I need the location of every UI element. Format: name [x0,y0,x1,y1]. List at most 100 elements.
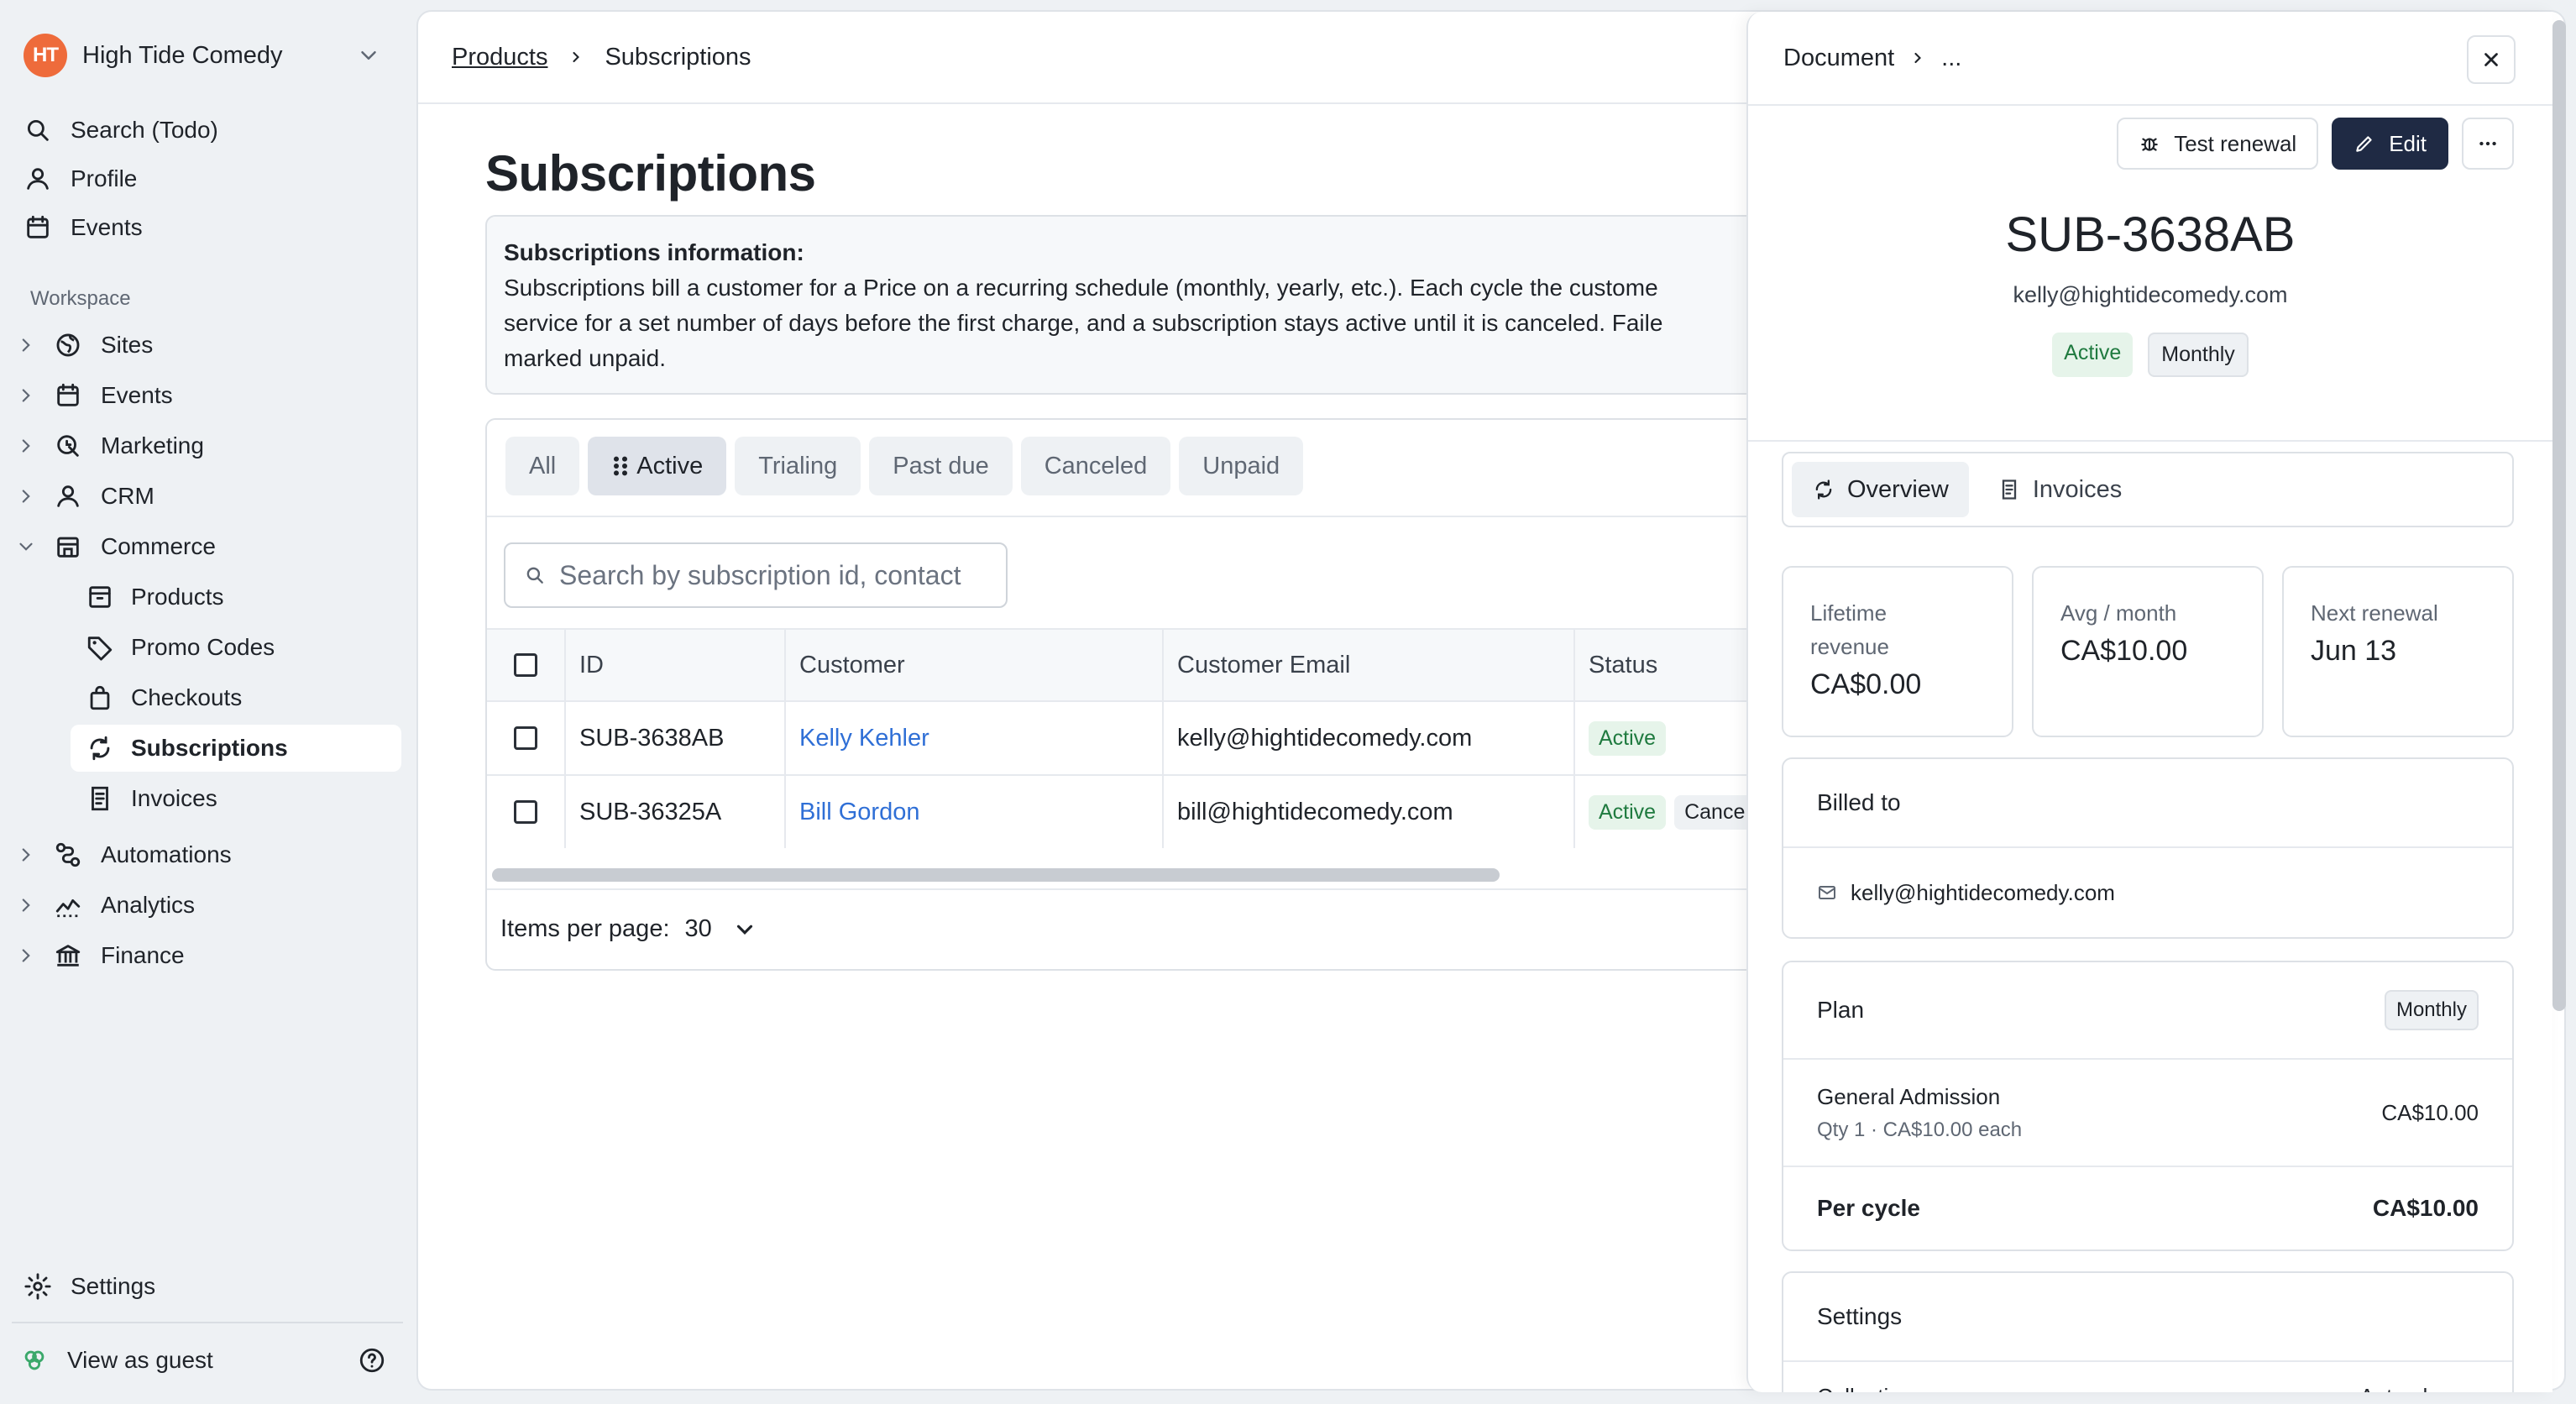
drawer-scrollbar[interactable] [2552,20,2566,1011]
nav-events-workspace[interactable]: Events [15,372,393,419]
close-button[interactable] [2467,35,2516,84]
nav-search[interactable]: Search (Todo) [24,107,393,154]
tab-overview[interactable]: Overview [1792,462,1969,517]
chevron-down-icon [19,542,33,551]
tab-active[interactable]: Active [588,437,727,495]
nav-products[interactable]: Products [71,574,401,621]
breadcrumb-products[interactable]: Products [452,44,547,71]
archive-icon [89,586,111,608]
edit-button[interactable]: Edit [2332,118,2448,170]
items-per-page-value[interactable]: 30 [685,915,712,943]
chevron-right-icon [22,490,30,503]
nav-profile-label: Profile [71,165,138,191]
breadcrumb: Products Subscriptions [452,12,751,102]
workflow-icon [55,842,81,867]
plan-item-name: General Admission [1817,1083,2001,1109]
table-row[interactable]: SUB-3638AB Kelly Kehler kelly@hightideco… [487,700,1911,774]
cell-customer-link[interactable]: Bill Gordon [784,776,1162,848]
page-title: Subscriptions [485,145,816,202]
subscription-email: kelly@hightidecomedy.com [2013,282,2288,307]
nav-subscriptions[interactable]: Subscriptions [71,725,401,772]
nav-invoices[interactable]: Invoices [71,775,401,822]
drawer-tabs: Overview Invoices [1782,452,2514,527]
nav-settings-label: Settings [71,1273,156,1299]
nav-settings[interactable]: Settings [24,1263,393,1310]
bank-icon [55,945,81,967]
chevron-right-icon [22,949,30,962]
chart-line-icon [55,898,81,918]
nav-finance[interactable]: Finance [15,932,393,979]
select-all-checkbox[interactable] [514,653,537,677]
nav-checkouts-label: Checkouts [131,684,243,710]
tab-past-due[interactable]: Past due [869,437,1013,495]
nav-promo-codes[interactable]: Promo Codes [71,624,401,671]
nav-commerce[interactable]: Commerce [15,523,393,570]
stat-label: Avg / month [2060,600,2177,626]
chevron-down-icon[interactable] [732,917,757,942]
nav-sites[interactable]: Sites [15,322,393,369]
nav-automations[interactable]: Automations [15,831,393,878]
tab-all[interactable]: All [505,437,580,495]
tab-unpaid[interactable]: Unpaid [1179,437,1304,495]
info-box: Subscriptions information: Subscriptions… [485,215,1913,395]
billed-to-card: Billed to kelly@hightidecomedy.com [1782,757,2514,939]
subscription-id: SUB-3638AB [2005,207,2296,262]
row-checkbox[interactable] [514,726,537,750]
org-name: High Tide Comedy [82,41,283,69]
search-input[interactable] [559,559,996,591]
tag-icon [87,637,113,661]
settings-card: Settings Collection Auto-charge [1782,1271,2514,1392]
more-horizontal-icon [2479,141,2496,146]
test-renewal-label: Test renewal [2174,130,2297,156]
org-switcher[interactable]: HT High Tide Comedy [24,32,393,79]
nav-events[interactable]: Events [24,204,393,251]
column-header-id[interactable]: ID [564,630,784,700]
per-cycle-label: Per cycle [1817,1195,1920,1221]
nav-commerce-label: Commerce [101,533,216,559]
tabs-divider [487,516,1911,517]
tab-trialing[interactable]: Trialing [735,437,861,495]
column-header-customer[interactable]: Customer [784,630,1162,700]
settings-header: Settings [1783,1273,2512,1360]
table-row[interactable]: SUB-36325A Bill Gordon bill@hightidecome… [487,774,1911,848]
search-box [504,542,1008,608]
column-header-email[interactable]: Customer Email [1162,630,1573,700]
tab-invoices[interactable]: Invoices [1977,462,2142,517]
test-renewal-button[interactable]: Test renewal [2117,118,2319,170]
nav-crm[interactable]: CRM [15,473,393,520]
info-text-line: Subscriptions bill a customer for a Pric… [504,275,1658,301]
drawer-crumb-more[interactable]: ... [1941,45,1961,72]
items-per-page-label: Items per page: [500,915,670,942]
tab-invoices-label: Invoices [2032,475,2123,503]
nav-analytics[interactable]: Analytics [15,882,393,929]
billed-to-email: kelly@hightidecomedy.com [1851,879,2115,905]
table-footer-divider [487,888,1911,890]
brain-icon [24,1350,45,1370]
drawer-crumb[interactable]: Document [1783,45,1894,72]
more-button[interactable] [2462,118,2514,170]
tab-canceled[interactable]: Canceled [1020,437,1171,495]
nav-products-label: Products [131,584,224,610]
shopping-bag-icon [90,685,110,710]
status-badge: Active [2052,333,2134,377]
horizontal-scrollbar[interactable] [492,868,1500,882]
nav-invoices-label: Invoices [131,785,217,811]
tab-label: Past due [893,452,989,479]
edit-label: Edit [2389,130,2427,156]
drawer-actions: Test renewal Edit [2117,118,2514,170]
nav-profile[interactable]: Profile [24,155,393,202]
nav-events-label: Events [71,214,143,240]
stat-next-renewal: Next renewal Jun 13 [2282,566,2514,737]
refresh-icon [1815,479,1832,500]
header-select-cell [487,630,564,700]
search-icon [27,119,49,141]
plan-interval-badge: Monthly [2384,990,2479,1030]
cell-customer-link[interactable]: Kelly Kehler [784,702,1162,774]
nav-marketing[interactable]: Marketing [15,422,393,469]
row-checkbox[interactable] [514,800,537,824]
view-as-guest[interactable]: View as guest [20,1337,395,1384]
nav-promo-codes-label: Promo Codes [131,634,275,660]
nav-checkouts[interactable]: Checkouts [71,674,401,721]
help-icon[interactable] [358,1346,386,1375]
stat-value: CA$0.00 [1810,668,1922,700]
